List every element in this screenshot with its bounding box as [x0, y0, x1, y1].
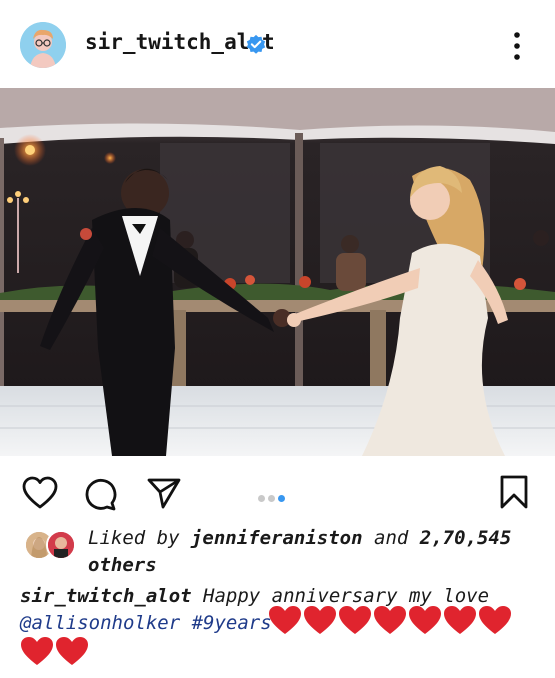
- liker-username[interactable]: jenniferaniston: [191, 527, 363, 549]
- red-heart-emoji: [338, 605, 372, 635]
- caption-mention[interactable]: @allisonholker: [20, 612, 180, 634]
- red-heart-emoji: [20, 636, 54, 666]
- avatar-cartoon-icon: [20, 22, 66, 68]
- caption-author[interactable]: sir_twitch_alot: [20, 585, 192, 607]
- carousel-dot-active: [278, 495, 285, 502]
- red-heart-emoji: [478, 605, 512, 635]
- caption-text: Happy anniversary my love: [203, 585, 490, 607]
- save-bookmark-icon[interactable]: [498, 474, 530, 510]
- carousel-dot: [268, 495, 275, 502]
- comment-icon[interactable]: [82, 476, 118, 512]
- red-heart-emoji: [408, 605, 442, 635]
- like-heart-icon[interactable]: [22, 476, 58, 510]
- carousel-dot: [258, 495, 265, 502]
- red-heart-emoji: [303, 605, 337, 635]
- red-heart-emoji: [373, 605, 407, 635]
- verified-badge-icon: [246, 34, 266, 54]
- likes-suffix[interactable]: others: [88, 554, 157, 576]
- red-heart-emoji: [443, 605, 477, 635]
- likes-count[interactable]: 2,70,545: [420, 527, 512, 549]
- caption-line: sir_twitch_alot Happy anniversary my lov…: [20, 585, 489, 607]
- likes-line: Liked by jenniferaniston and 2,70,545: [88, 527, 511, 549]
- profile-avatar[interactable]: [20, 22, 66, 68]
- wedding-dance-photo: [0, 88, 555, 456]
- caption-tags: @allisonholker #9years: [20, 612, 272, 634]
- liker-avatar: [46, 530, 76, 560]
- liker-avatars[interactable]: [24, 530, 76, 560]
- post-photo[interactable]: [0, 88, 555, 456]
- likes-connector: and: [374, 527, 409, 549]
- caption-emoji-row: [20, 636, 90, 666]
- carousel-indicator: [258, 487, 288, 506]
- post-header: sir_twitch_alot: [0, 0, 555, 88]
- red-heart-emoji: [55, 636, 89, 666]
- caption-emoji-row: [268, 605, 513, 635]
- red-heart-emoji: [268, 605, 302, 635]
- more-options-icon[interactable]: [506, 30, 528, 62]
- caption-hashtag[interactable]: #9years: [192, 612, 272, 634]
- likes-prefix: Liked by: [88, 527, 180, 549]
- share-send-icon[interactable]: [146, 476, 182, 510]
